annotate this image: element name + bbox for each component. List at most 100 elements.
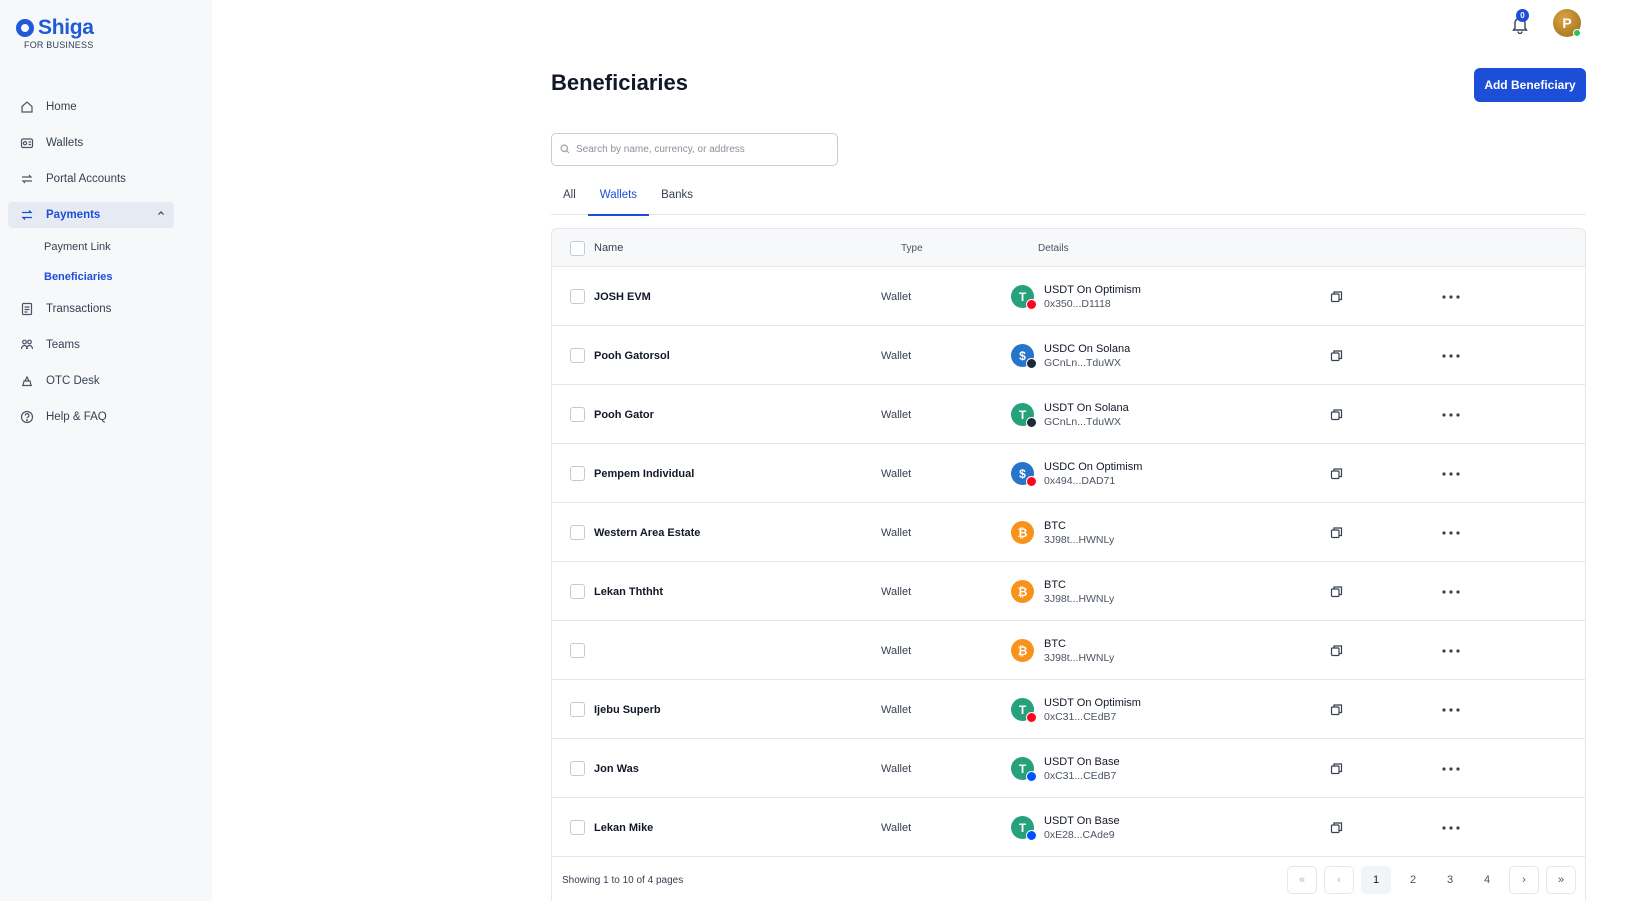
copy-address-button[interactable] xyxy=(1330,798,1343,857)
table-row[interactable]: Ijebu Superb Wallet T USDT On Optimism 0xC31… xyxy=(552,680,1585,739)
sidebar-item-payments[interactable]: Payments xyxy=(8,202,174,228)
row-checkbox[interactable] xyxy=(570,407,585,422)
sidebar-item-home[interactable]: Home xyxy=(8,94,174,120)
page-button[interactable]: 1 xyxy=(1361,866,1391,894)
asset-network: BTC xyxy=(1044,578,1066,591)
more-horizontal-icon xyxy=(1442,766,1460,771)
row-checkbox[interactable] xyxy=(570,525,585,540)
row-checkbox[interactable] xyxy=(570,643,585,658)
row-select-cell xyxy=(570,739,585,798)
brand-subtitle: FOR BUSINESS xyxy=(24,40,94,50)
copy-address-button[interactable] xyxy=(1330,739,1343,798)
asset-network: BTC xyxy=(1044,637,1066,650)
row-actions-button[interactable] xyxy=(1442,562,1460,621)
table-row[interactable]: Wallet ₿ BTC 3J98t...HWNLy xyxy=(552,621,1585,680)
copy-address-button[interactable] xyxy=(1330,444,1343,503)
row-actions-button[interactable] xyxy=(1442,798,1460,857)
sidebar-item-wallets[interactable]: Wallets xyxy=(8,130,174,156)
table-row[interactable]: Lekan Ththht Wallet ₿ BTC 3J98t...HWNLy xyxy=(552,562,1585,621)
column-header-details[interactable]: Details xyxy=(1038,229,1069,267)
copy-address-button[interactable] xyxy=(1330,680,1343,739)
copy-address-button[interactable] xyxy=(1330,385,1343,444)
help-icon xyxy=(20,410,34,424)
select-all-checkbox[interactable] xyxy=(570,240,585,256)
page-button[interactable]: 2 xyxy=(1398,866,1428,894)
sidebar-item-label: Home xyxy=(46,101,77,113)
table-row[interactable]: Pempem Individual Wallet $ USDC On Optimism… xyxy=(552,444,1585,503)
add-beneficiary-button[interactable]: Add Beneficiary xyxy=(1474,68,1586,102)
sidebar-item-label: Payments xyxy=(46,209,101,221)
sidebar-item-teams[interactable]: Teams xyxy=(8,332,174,358)
sidebar-item-transactions[interactable]: Transactions xyxy=(8,296,174,322)
prev-page-button[interactable]: ‹ xyxy=(1324,866,1354,894)
search-icon xyxy=(560,142,570,157)
row-actions-button[interactable] xyxy=(1442,326,1460,385)
copy-address-button[interactable] xyxy=(1330,267,1343,326)
row-checkbox[interactable] xyxy=(570,466,585,481)
row-checkbox[interactable] xyxy=(570,584,585,599)
beneficiary-type: Wallet xyxy=(881,821,912,834)
chevron-up-icon[interactable] xyxy=(156,208,166,221)
last-page-button[interactable]: » xyxy=(1546,866,1576,894)
search-input[interactable] xyxy=(576,144,826,155)
tab-wallets[interactable]: Wallets xyxy=(587,187,650,216)
tab-banks[interactable]: Banks xyxy=(649,187,705,215)
table-row[interactable]: Jon Was Wallet T USDT On Base 0xC31...CEdB7 xyxy=(552,739,1585,798)
usdt-coin-icon: T xyxy=(1011,285,1037,310)
wallet-address: GCnLn...TduWX xyxy=(1044,356,1122,369)
copy-icon xyxy=(1330,291,1343,303)
next-page-button[interactable]: › xyxy=(1509,866,1539,894)
optimism-network-icon xyxy=(1026,712,1037,723)
first-page-button[interactable]: « xyxy=(1287,866,1317,894)
beneficiary-type: Wallet xyxy=(881,762,912,775)
sidebar-item-portal-accounts[interactable]: Portal Accounts xyxy=(8,166,174,192)
table-row[interactable]: Pooh Gator Wallet T USDT On Solana GCnLn...T… xyxy=(552,385,1585,444)
row-actions-button[interactable] xyxy=(1442,503,1460,562)
sidebar-item-otc-desk[interactable]: OTC Desk xyxy=(8,368,174,394)
wallet-address: 3J98t...HWNLy xyxy=(1044,533,1115,546)
more-horizontal-icon xyxy=(1442,412,1460,417)
row-actions-button[interactable] xyxy=(1442,444,1460,503)
copy-address-button[interactable] xyxy=(1330,503,1343,562)
tab-all[interactable]: All xyxy=(551,187,588,215)
copy-address-button[interactable] xyxy=(1330,621,1343,680)
row-checkbox[interactable] xyxy=(570,702,585,717)
sidebar-item-beneficiaries[interactable]: Beneficiaries xyxy=(44,266,174,288)
search-box[interactable] xyxy=(551,133,838,166)
row-checkbox[interactable] xyxy=(570,761,585,776)
page-button[interactable]: 3 xyxy=(1435,866,1465,894)
wallet-address: 3J98t...HWNLy xyxy=(1044,592,1115,605)
column-header-type[interactable]: Type xyxy=(901,229,923,267)
copy-address-button[interactable] xyxy=(1330,326,1343,385)
table-row[interactable]: JOSH EVM Wallet T USDT On Optimism 0x350...D… xyxy=(552,267,1585,326)
row-actions-button[interactable] xyxy=(1442,385,1460,444)
row-actions-button[interactable] xyxy=(1442,680,1460,739)
row-checkbox[interactable] xyxy=(570,289,585,304)
beneficiary-name: JOSH EVM xyxy=(594,290,651,303)
copy-address-button[interactable] xyxy=(1330,562,1343,621)
sidebar-item-help[interactable]: Help & FAQ xyxy=(8,404,174,430)
asset-network: BTC xyxy=(1044,519,1066,532)
page-button[interactable]: 4 xyxy=(1472,866,1502,894)
pagination: « ‹ 1 2 3 4 › » xyxy=(1287,866,1576,894)
payments-icon xyxy=(20,208,34,222)
sidebar: Shiga FOR BUSINESS Home Wallets Portal A… xyxy=(0,0,212,901)
row-checkbox[interactable] xyxy=(570,820,585,835)
beneficiary-type: Wallet xyxy=(881,290,912,303)
row-actions-button[interactable] xyxy=(1442,739,1460,798)
table-row[interactable]: Pooh Gatorsol Wallet $ USDC On Solana GCnLn.… xyxy=(552,326,1585,385)
table-row[interactable]: Lekan Mike Wallet T USDT On Base 0xE28...CAd… xyxy=(552,798,1585,857)
copy-icon xyxy=(1330,822,1343,834)
row-checkbox[interactable] xyxy=(570,348,585,363)
brand-logo[interactable]: Shiga FOR BUSINESS xyxy=(16,16,94,50)
beneficiary-name: Pempem Individual xyxy=(594,467,695,480)
row-actions-button[interactable] xyxy=(1442,267,1460,326)
copy-icon xyxy=(1330,468,1343,480)
row-select-cell xyxy=(570,385,585,444)
column-header-name[interactable]: Name xyxy=(594,229,623,267)
table-row[interactable]: Western Area Estate Wallet ₿ BTC 3J98t...HWN… xyxy=(552,503,1585,562)
beneficiary-name: Pooh Gatorsol xyxy=(594,349,670,362)
solana-network-icon xyxy=(1026,417,1037,428)
sidebar-item-payment-link[interactable]: Payment Link xyxy=(44,236,174,258)
row-actions-button[interactable] xyxy=(1442,621,1460,680)
